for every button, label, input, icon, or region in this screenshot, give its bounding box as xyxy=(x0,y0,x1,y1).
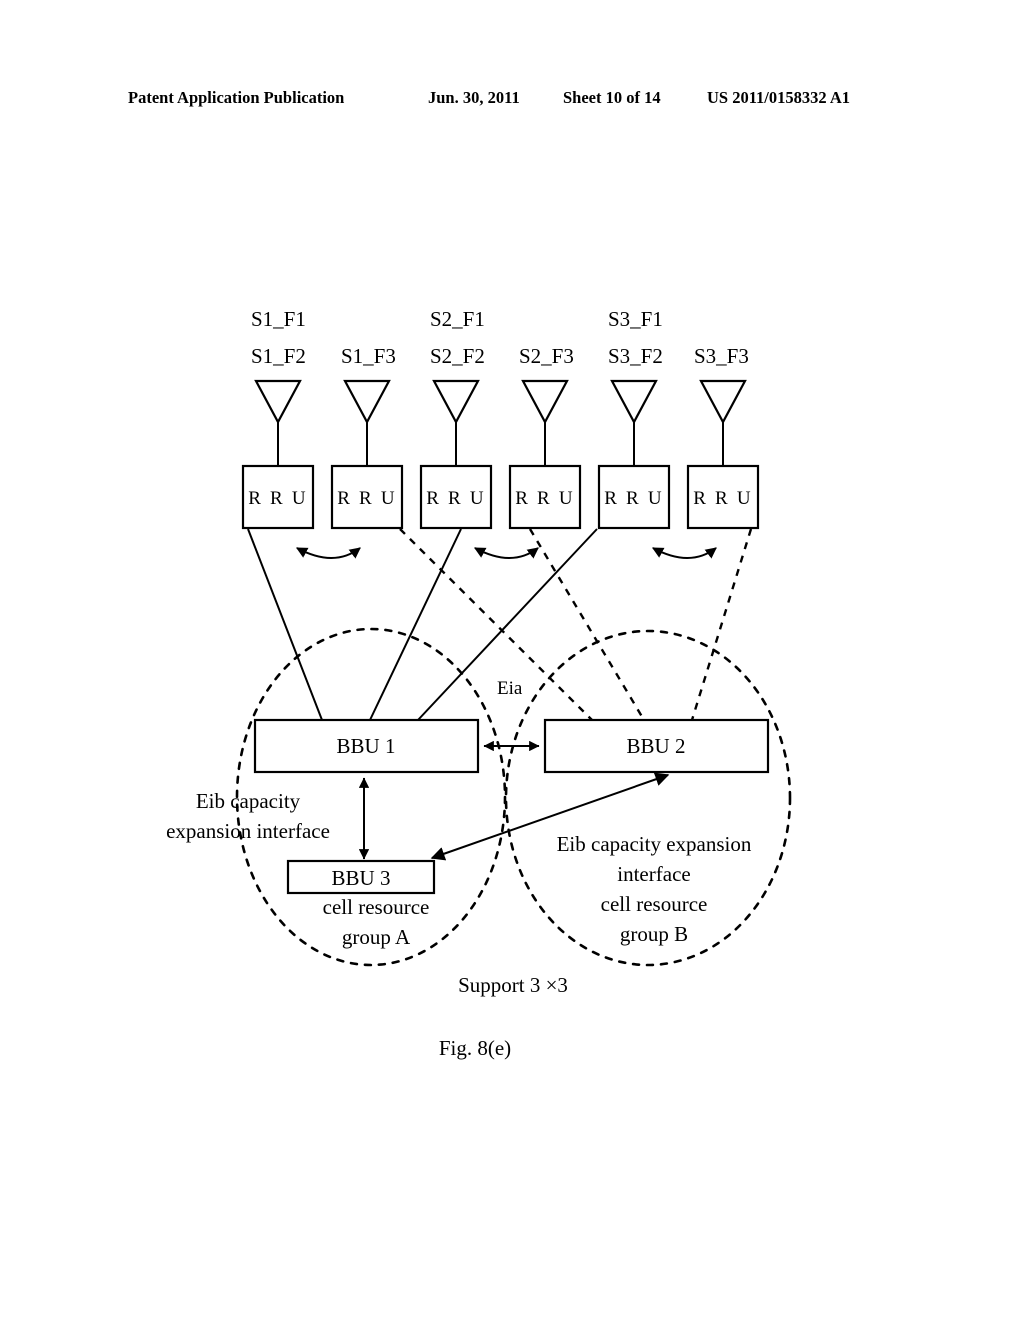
figure-caption: Fig. 8(e) xyxy=(439,1036,511,1060)
link-rru2-bbu2 xyxy=(399,528,593,721)
eia-label: Eia xyxy=(497,678,523,699)
antenna-label-s2f2: S2_F2 xyxy=(430,344,485,368)
support-note: Support 3 ×3 xyxy=(458,973,568,997)
rru-label-5: R R U xyxy=(604,488,664,509)
eib-left-caption-line2: expansion interface xyxy=(166,819,330,843)
antenna-label-s2f1: S2_F1 xyxy=(430,307,485,331)
antenna-label-s3f3: S3_F3 xyxy=(694,344,749,368)
rru-box-5: R R U xyxy=(597,464,671,530)
patent-page: Patent Application Publication Jun. 30, … xyxy=(0,0,1024,1320)
group-b-caption-line1: cell resource xyxy=(601,892,708,916)
group-b-caption-line2: group B xyxy=(620,922,688,946)
rru-label-3: R R U xyxy=(426,488,486,509)
antenna-label-s1f2: S1_F2 xyxy=(251,344,306,368)
link-rru1-bbu1 xyxy=(247,528,323,721)
rru-label-6: R R U xyxy=(693,488,753,509)
antenna-5 xyxy=(610,379,658,466)
rru-box-2: R R U xyxy=(330,464,404,530)
antenna-label-s1f1: S1_F1 xyxy=(251,307,306,331)
group-a-caption-line2: group A xyxy=(342,925,411,949)
rru-pair-arc-1 xyxy=(296,547,361,559)
antenna-3 xyxy=(432,379,480,466)
link-rru3-bbu1 xyxy=(369,528,462,721)
antenna-label-s2f3: S2_F3 xyxy=(519,344,574,368)
group-a-caption-line1: cell resource xyxy=(323,895,430,919)
antenna-1 xyxy=(254,379,302,466)
link-rru6-bbu2 xyxy=(690,528,753,721)
rru-box-6: R R U xyxy=(686,464,760,530)
link-rru4-bbu2 xyxy=(528,528,646,721)
bbu2-node: BBU 2 xyxy=(543,718,770,774)
antenna-4 xyxy=(521,379,569,466)
antenna-2 xyxy=(343,379,391,466)
antenna-6 xyxy=(699,379,747,466)
figure-8e-diagram: S1_F1 S2_F1 S3_F1 S1_F2 S1_F3 S2_F2 S2_F… xyxy=(166,307,792,1060)
rru-box-1: R R U xyxy=(241,464,315,530)
rru-label-2: R R U xyxy=(337,488,397,509)
bbu3-node: BBU 3 xyxy=(286,859,436,895)
bbu3-label: BBU 3 xyxy=(332,866,391,890)
eib-left-caption-line1: Eib capacity xyxy=(196,789,301,813)
rru-label-1: R R U xyxy=(248,488,308,509)
rru-box-4: R R U xyxy=(508,464,582,530)
antenna-label-s3f1: S3_F1 xyxy=(608,307,663,331)
rru-box-3: R R U xyxy=(419,464,493,530)
antenna-label-s3f2: S3_F2 xyxy=(608,344,663,368)
rru-pair-arc-3 xyxy=(652,547,717,559)
bbu1-label: BBU 1 xyxy=(337,734,396,758)
rru-label-4: R R U xyxy=(515,488,575,509)
bbu1-node: BBU 1 xyxy=(253,718,480,774)
eib-right-caption-line2: interface xyxy=(617,862,690,886)
rru-pair-arc-2 xyxy=(474,547,539,559)
bbu2-label: BBU 2 xyxy=(627,734,686,758)
eib-right-caption-line1: Eib capacity expansion xyxy=(557,832,752,856)
antenna-label-s1f3: S1_F3 xyxy=(341,344,396,368)
